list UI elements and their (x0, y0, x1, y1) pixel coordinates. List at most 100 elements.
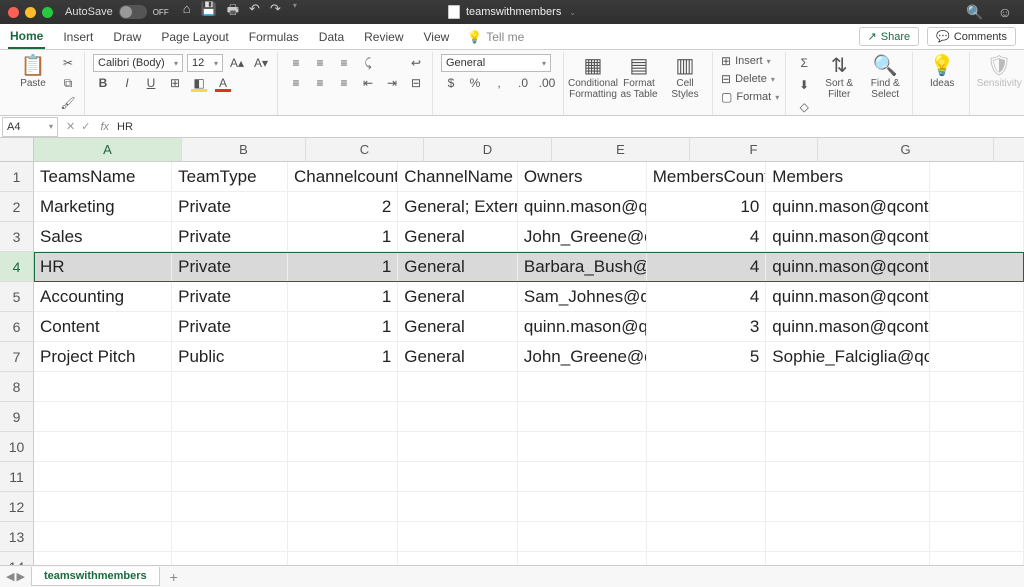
paste-button[interactable]: 📋 Paste (12, 54, 54, 89)
row-header-3[interactable]: 3 (0, 222, 34, 252)
name-box[interactable]: A4▾ (2, 117, 58, 137)
cell[interactable]: General (398, 342, 518, 372)
cell[interactable]: 3 (647, 312, 767, 342)
cell[interactable]: 4 (647, 252, 767, 282)
cell[interactable]: MembersCount (647, 162, 767, 192)
column-header-B[interactable]: B (182, 138, 306, 162)
align-middle-button[interactable]: ≡ (310, 54, 330, 72)
cell[interactable] (766, 522, 930, 552)
tab-view[interactable]: View (422, 26, 452, 48)
cell[interactable] (930, 252, 1024, 282)
cell[interactable]: Sophie_Falciglia@qcontent (766, 342, 930, 372)
increase-decimal-button[interactable]: .0 (513, 74, 533, 92)
cell[interactable]: 4 (647, 282, 767, 312)
cell[interactable] (518, 462, 647, 492)
autosum-button[interactable]: Σ (794, 54, 814, 72)
cell[interactable]: Members (766, 162, 930, 192)
cell[interactable] (34, 402, 172, 432)
cell[interactable] (34, 432, 172, 462)
redo-icon[interactable]: ↷ (270, 1, 281, 23)
cell[interactable] (398, 372, 518, 402)
tell-me[interactable]: 💡 Tell me (467, 30, 524, 44)
cell[interactable]: General (398, 252, 518, 282)
tab-insert[interactable]: Insert (61, 26, 95, 48)
row-header-12[interactable]: 12 (0, 492, 34, 522)
cell[interactable] (647, 492, 767, 522)
tab-draw[interactable]: Draw (111, 26, 143, 48)
increase-indent-button[interactable]: ⇥ (382, 74, 402, 92)
wrap-text-button[interactable]: ↩ (406, 54, 426, 72)
autosave-toggle[interactable] (119, 5, 147, 19)
row-header-6[interactable]: 6 (0, 312, 34, 342)
currency-button[interactable]: $ (441, 74, 461, 92)
bold-button[interactable]: B (93, 74, 113, 92)
cell[interactable] (398, 522, 518, 552)
cells-area[interactable]: TeamsNameTeamTypeChannelcountChannelName… (34, 162, 1024, 565)
cell[interactable] (766, 432, 930, 462)
cell[interactable] (518, 432, 647, 462)
cell[interactable]: 10 (647, 192, 767, 222)
format-painter-button[interactable]: 🖌 (58, 94, 78, 112)
conditional-formatting-button[interactable]: ▦Conditional Formatting (572, 54, 614, 100)
font-name-select[interactable]: Calibri (Body)▾ (93, 54, 183, 72)
cell[interactable] (518, 552, 647, 565)
cell[interactable] (398, 432, 518, 462)
cell[interactable] (288, 372, 398, 402)
cell[interactable] (288, 492, 398, 522)
align-bottom-button[interactable]: ≡ (334, 54, 354, 72)
tab-data[interactable]: Data (317, 26, 346, 48)
account-icon[interactable]: ☺ (998, 4, 1012, 21)
close-window-button[interactable] (8, 7, 19, 18)
cell[interactable] (930, 552, 1024, 565)
cell[interactable] (34, 372, 172, 402)
cell[interactable] (172, 462, 288, 492)
cell[interactable]: TeamType (172, 162, 288, 192)
decrease-decimal-button[interactable]: .00 (537, 74, 557, 92)
row-header-9[interactable]: 9 (0, 402, 34, 432)
border-button[interactable]: ⊞ (165, 74, 185, 92)
cell[interactable] (288, 552, 398, 565)
cell[interactable] (647, 462, 767, 492)
cell[interactable] (288, 402, 398, 432)
cell[interactable]: Public (172, 342, 288, 372)
cell[interactable]: 5 (647, 342, 767, 372)
decrease-indent-button[interactable]: ⇤ (358, 74, 378, 92)
cell[interactable]: John_Greene@qcontent (518, 222, 647, 252)
home-icon[interactable]: ⌂ (183, 1, 191, 23)
undo-icon[interactable]: ↶ (249, 1, 260, 23)
cell[interactable]: Channelcount (288, 162, 398, 192)
cell[interactable] (288, 462, 398, 492)
cell[interactable] (930, 492, 1024, 522)
comma-button[interactable]: , (489, 74, 509, 92)
sheet-nav-prev-icon[interactable]: ◀ (6, 570, 14, 583)
cell-styles-button[interactable]: ▥Cell Styles (664, 54, 706, 100)
cell[interactable] (930, 342, 1024, 372)
cell[interactable]: Owners (518, 162, 647, 192)
cell[interactable] (930, 402, 1024, 432)
column-header-A[interactable]: A (34, 138, 182, 162)
cell[interactable]: 4 (647, 222, 767, 252)
column-header-D[interactable]: D (424, 138, 552, 162)
cell[interactable]: 1 (288, 282, 398, 312)
tab-formulas[interactable]: Formulas (247, 26, 301, 48)
row-header-11[interactable]: 11 (0, 462, 34, 492)
cell[interactable]: 1 (288, 342, 398, 372)
comments-button[interactable]: 💬 Comments (927, 27, 1016, 46)
cell[interactable]: quinn.mason@qcontent (766, 312, 930, 342)
cell[interactable] (34, 552, 172, 565)
cell[interactable] (930, 462, 1024, 492)
cell[interactable] (930, 222, 1024, 252)
cell[interactable] (34, 522, 172, 552)
row-header-10[interactable]: 10 (0, 432, 34, 462)
cell[interactable]: Barbara_Bush@qcontent (518, 252, 647, 282)
cell[interactable] (172, 552, 288, 565)
cell[interactable] (518, 522, 647, 552)
tab-home[interactable]: Home (8, 25, 45, 49)
cell[interactable]: General (398, 222, 518, 252)
insert-cells-button[interactable]: ⊞Insert▾ (721, 54, 779, 68)
cell[interactable] (930, 282, 1024, 312)
copy-button[interactable]: ⧉ (58, 74, 78, 92)
cell[interactable] (172, 522, 288, 552)
merge-button[interactable]: ⊟ (406, 74, 426, 92)
cell[interactable] (288, 432, 398, 462)
